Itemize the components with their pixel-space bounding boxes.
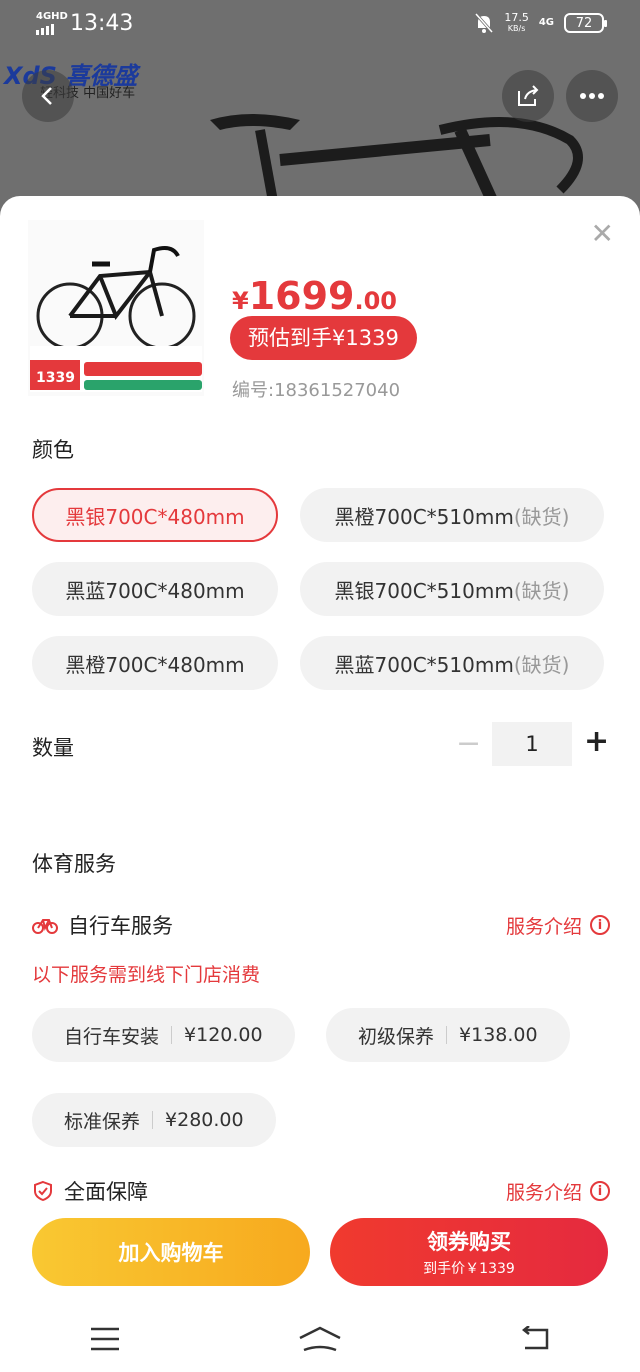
- status-bar: 4GHD 13:43 17.5 KB/s 4G 72: [0, 0, 640, 50]
- color-option[interactable]: 黑橙700C*510mm (缺货): [300, 488, 604, 542]
- close-icon[interactable]: ✕: [591, 220, 614, 248]
- bicycle-icon: [32, 919, 58, 934]
- network-type: 4GHD: [36, 11, 68, 22]
- bike-service-label: 自行车服务: [68, 914, 173, 938]
- mute-bell-icon: [475, 13, 494, 33]
- service-option[interactable]: 初级保养 ¥138.00: [326, 1008, 570, 1062]
- protection-intro-link[interactable]: 服务介绍 i: [506, 1178, 610, 1205]
- shield-icon: [34, 1180, 52, 1202]
- menu-icon[interactable]: [89, 1326, 121, 1352]
- home-icon[interactable]: [298, 1326, 342, 1352]
- share-icon: [518, 85, 539, 106]
- quantity-decrease-button[interactable]: −: [456, 726, 481, 761]
- mobile-data-indicator: 4G: [538, 17, 554, 28]
- color-section-title: 颜色: [32, 438, 74, 462]
- thumb-promo-price: 1339: [36, 370, 75, 386]
- protection-row: 全面保障 服务介绍 i: [32, 1176, 610, 1206]
- sku-number: 编号:18361527040: [232, 380, 401, 401]
- color-option[interactable]: 黑银700C*510mm (缺货): [300, 562, 604, 616]
- back-icon[interactable]: [519, 1326, 551, 1352]
- product-thumbnail: 1339: [28, 220, 204, 396]
- service-note: 以下服务需到线下门店消费: [32, 964, 261, 986]
- signal-bars-icon: [36, 24, 54, 35]
- bike-service-row: 自行车服务 服务介绍 i: [32, 910, 610, 940]
- chevron-left-icon: [41, 87, 52, 105]
- battery-indicator: 72: [564, 13, 607, 33]
- system-nav-bar: [0, 1306, 640, 1372]
- info-icon: i: [590, 1181, 610, 1201]
- product-price: ¥1699.00: [232, 274, 397, 318]
- service-option[interactable]: 标准保养 ¥280.00: [32, 1093, 276, 1147]
- bike-thumbnail-icon: 1339: [30, 246, 202, 392]
- network-speed: 17.5 KB/s: [504, 11, 529, 33]
- add-to-cart-button[interactable]: 加入购物车: [32, 1218, 310, 1286]
- quantity-value[interactable]: 1: [492, 722, 572, 766]
- more-button[interactable]: [566, 70, 618, 122]
- color-option[interactable]: 黑蓝700C*480mm: [32, 562, 278, 616]
- services-title: 体育服务: [32, 852, 116, 876]
- sku-selector-sheet: ✕ 1339 ¥1699.00 预估到手¥1339 编号:18361527040…: [0, 196, 640, 1372]
- clock: 13:43: [70, 11, 134, 36]
- buy-with-coupon-button[interactable]: 领券购买 到手价￥1339: [330, 1218, 608, 1286]
- protection-label: 全面保障: [64, 1180, 148, 1204]
- color-option[interactable]: 黑银700C*480mm: [32, 488, 278, 542]
- quantity-title: 数量: [32, 736, 74, 760]
- bike-service-intro-link[interactable]: 服务介绍 i: [506, 912, 610, 939]
- estimated-price-badge: 预估到手¥1339: [230, 316, 417, 360]
- share-button[interactable]: [502, 70, 554, 122]
- more-dots-icon: [580, 93, 604, 99]
- info-icon: i: [590, 915, 610, 935]
- color-option[interactable]: 黑橙700C*480mm: [32, 636, 278, 690]
- quantity-increase-button[interactable]: +: [584, 724, 609, 759]
- service-option[interactable]: 自行车安装 ¥120.00: [32, 1008, 295, 1062]
- back-button[interactable]: [22, 70, 74, 122]
- color-option[interactable]: 黑蓝700C*510mm (缺货): [300, 636, 604, 690]
